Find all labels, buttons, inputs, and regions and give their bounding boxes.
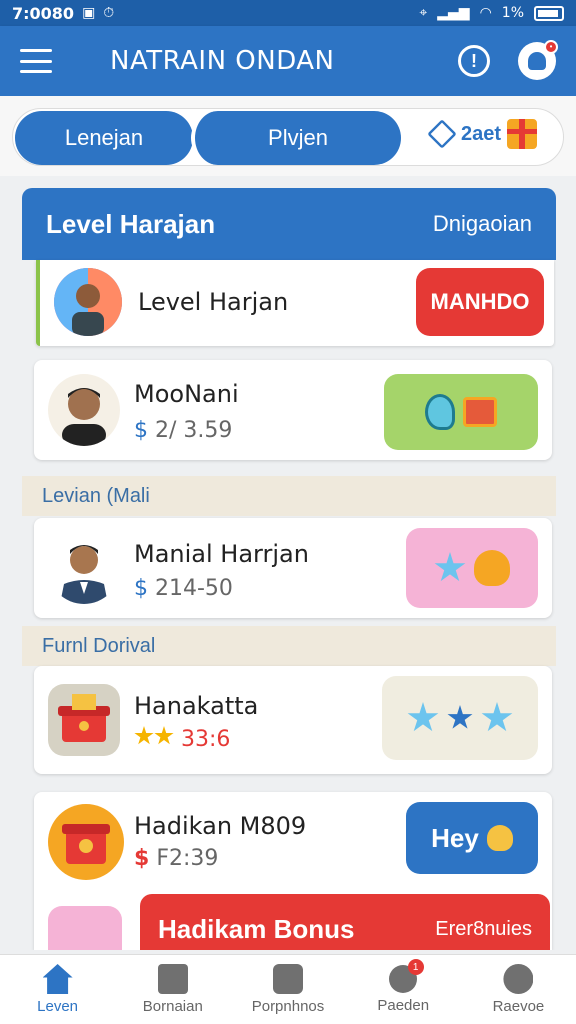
gift-icon — [507, 119, 538, 149]
nav-label: Paeden — [377, 997, 430, 1014]
bonus-icon — [48, 906, 122, 950]
list-item[interactable]: Manial Harrjan $ 214-50 — [34, 518, 552, 618]
row-amount: 2/ 3.59 — [155, 418, 233, 443]
location-icon: ⌖ — [419, 5, 428, 21]
currency-symbol: $ — [134, 418, 148, 443]
alarm-icon: ⏱ — [103, 5, 115, 21]
status-time: 7:0080 — [12, 3, 75, 23]
star-icon — [447, 705, 473, 729]
nav-label: Porpnhnos — [251, 998, 325, 1015]
star-icon — [407, 702, 439, 732]
tab-lenejan[interactable]: Lenejan — [15, 111, 193, 165]
manhdo-button[interactable]: MANHDO — [416, 268, 544, 336]
thumbs-up-icon — [474, 550, 510, 586]
avatar — [48, 532, 120, 604]
currency-symbol: $ — [134, 846, 150, 871]
nav-item-raevoe[interactable]: Raevoe — [461, 955, 576, 1024]
cube-icon — [427, 119, 457, 149]
row-name: Level Harjan — [138, 288, 289, 316]
user-icon — [503, 964, 534, 994]
bonus-banner[interactable]: Hadikam Bonus Erer8nuies — [140, 894, 550, 950]
nav-item-bornaian[interactable]: Bornaian — [115, 955, 230, 1024]
tab-rewards[interactable]: 2aet — [427, 119, 538, 149]
avatar — [48, 374, 120, 446]
gift-icon — [463, 397, 497, 427]
app-bar: NATRAIN ONDAN ! • — [0, 26, 576, 96]
bonus-right-text: Erer8nuies — [435, 917, 532, 940]
main-panel: Level Harajan Dnigaoian Level Harjan MAN… — [22, 188, 556, 950]
row-value: $ 2/ 3.59 — [134, 418, 232, 443]
gift-box-avatar — [48, 684, 120, 756]
row-value: $ 214-50 — [134, 576, 233, 601]
tab-plvjen[interactable]: Plvjen — [191, 111, 401, 165]
hey-label: Hey — [431, 822, 479, 853]
hamburger-menu-icon[interactable] — [20, 49, 52, 73]
hey-button[interactable]: Hey — [406, 802, 538, 874]
star-icon — [434, 552, 466, 582]
row-amount: 214-50 — [155, 576, 233, 601]
parrot-icon — [425, 394, 455, 430]
alert-icon[interactable]: ! — [458, 45, 490, 77]
list-item[interactable]: Hanakatta 33:6 — [34, 666, 552, 774]
panel-title: Level Harajan — [46, 208, 216, 239]
currency-symbol: $ — [134, 576, 148, 601]
row-name: Hanakatta — [134, 692, 259, 720]
status-bar: 7:0080 ▣ ⏱ ⌖ ▂▄▆ ◠ 1% — [0, 0, 576, 26]
row-amount: F2:39 — [156, 846, 219, 871]
reward-button[interactable] — [384, 374, 538, 450]
star-icon — [154, 726, 174, 745]
row-name: MooNani — [134, 380, 239, 408]
bottom-nav: Leven Bornaian Porpnhnos 1 Paeden Raevoe — [0, 954, 576, 1024]
note-icon — [157, 964, 188, 994]
nav-badge: 1 — [407, 959, 424, 975]
nav-item-paeden[interactable]: 1 Paeden — [346, 955, 461, 1024]
list-item[interactable]: Hadikan M809 $ F2:39 Hey Hadikam Bonus E… — [34, 792, 552, 950]
nav-item-porpnhnos[interactable]: Porpnhnos — [230, 955, 345, 1024]
wifi-icon: ◠ — [479, 5, 492, 21]
battery-percent: 1% — [501, 5, 524, 21]
signal-icon: ▂▄▆ — [437, 5, 470, 21]
section-label: Levian (Mali — [22, 476, 556, 516]
gift-box-avatar — [48, 804, 124, 880]
home-icon — [42, 964, 73, 994]
star-icon — [481, 702, 513, 732]
app-title: NATRAIN ONDAN — [110, 46, 335, 76]
nav-item-leven[interactable]: Leven — [0, 955, 115, 1024]
star-icon — [134, 726, 154, 745]
panel-header: Level Harajan Dnigaoian — [22, 188, 556, 260]
row-name: Hadikan M809 — [134, 812, 307, 840]
avatar — [54, 268, 122, 336]
list-item[interactable]: MooNani $ 2/ 3.59 — [34, 360, 552, 460]
thumbs-up-icon — [486, 825, 513, 851]
nav-label: Leven — [37, 998, 79, 1015]
chat-icon — [273, 964, 303, 994]
battery-icon — [534, 5, 564, 21]
nav-label: Raevoe — [492, 998, 545, 1015]
profile-button[interactable]: • — [518, 40, 558, 80]
segmented-tabs: Lenejan Plvjen 2aet — [12, 108, 564, 166]
row-amount: 33:6 — [181, 727, 231, 752]
tab-rewards-label: 2aet — [461, 122, 502, 145]
home-profile-icon — [528, 52, 546, 70]
star-rating-button[interactable] — [382, 676, 538, 760]
row-value: 33:6 — [134, 726, 230, 752]
panel-right-text[interactable]: Dnigaoian — [433, 211, 532, 237]
row-name: Manial Harrjan — [134, 540, 309, 568]
image-icon: ▣ — [82, 5, 96, 21]
row-value: $ F2:39 — [134, 846, 218, 871]
bonus-title: Hadikam Bonus — [158, 913, 355, 944]
tabs-row: Lenejan Plvjen 2aet — [0, 96, 576, 176]
notification-dot: • — [544, 40, 558, 54]
nav-label: Bornaian — [142, 998, 203, 1015]
section-label: Furnl Dorival — [22, 626, 556, 666]
star-thumb-button[interactable] — [406, 528, 538, 608]
list-item[interactable]: Level Harjan MANHDO — [36, 260, 554, 346]
